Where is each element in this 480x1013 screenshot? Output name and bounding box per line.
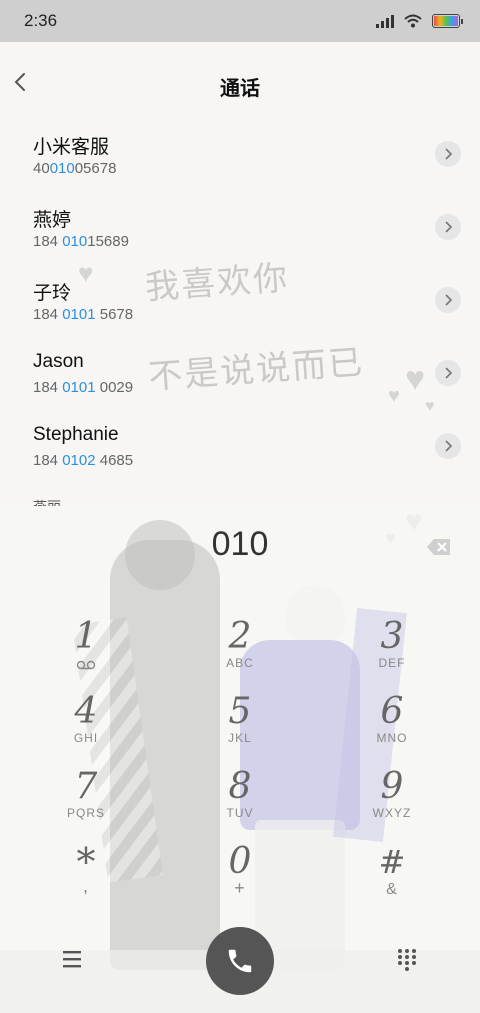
header: 通话 — [0, 42, 480, 126]
list-item[interactable]: 燕婷 184 01015689 — [0, 191, 480, 264]
contact-name: Stephanie — [33, 424, 119, 445]
status-icons — [376, 14, 463, 28]
key-star[interactable]: *, — [36, 842, 136, 906]
key-4[interactable]: 4 GHI — [36, 692, 136, 756]
contact-name: 子玲 — [33, 283, 72, 304]
contact-number: 4001005678 — [33, 160, 117, 177]
dial-input[interactable]: 010 — [0, 525, 480, 564]
chevron-right-icon[interactable] — [435, 360, 461, 386]
list-item[interactable]: Stephanie 184 0102 4685 — [0, 410, 480, 483]
key-1[interactable]: 1 — [36, 617, 136, 681]
contact-number: 184 0102 4685 — [33, 452, 134, 469]
chevron-right-icon[interactable] — [435, 433, 461, 459]
contact-number: 184 01015689 — [33, 233, 129, 250]
contact-match-list[interactable]: 小米客服 4001005678 燕婷 184 01015689 子玲 184 0… — [0, 118, 480, 506]
phone-icon — [228, 949, 252, 973]
key-9[interactable]: 9 WXYZ — [342, 767, 442, 831]
battery-icon — [432, 14, 463, 28]
key-7[interactable]: 7 PQRS — [36, 767, 136, 831]
key-3[interactable]: 3 DEF — [342, 617, 442, 681]
dialpad-icon[interactable] — [395, 947, 419, 971]
contact-name: 燕婷 — [33, 210, 72, 231]
status-bar: 2:36 — [0, 0, 480, 42]
contact-name: Jason — [33, 351, 84, 372]
key-6[interactable]: 6 MNO — [342, 692, 442, 756]
key-8[interactable]: 8 TUV — [190, 767, 290, 831]
contact-name: 燕丽 — [33, 497, 61, 506]
voicemail-icon — [76, 660, 96, 670]
contact-name: 小米客服 — [33, 137, 110, 158]
key-5[interactable]: 5 JKL — [190, 692, 290, 756]
key-0[interactable]: 0 + — [190, 842, 290, 906]
hamburger-icon[interactable] — [60, 948, 86, 970]
list-item[interactable]: Jason 184 0101 0029 — [0, 337, 480, 410]
status-time: 2:36 — [24, 11, 58, 30]
chevron-right-icon[interactable] — [435, 141, 461, 167]
wifi-icon — [404, 14, 422, 28]
list-item[interactable]: 小米客服 4001005678 — [0, 118, 480, 191]
key-hash[interactable]: # & — [342, 842, 442, 906]
backspace-icon[interactable] — [426, 537, 452, 557]
key-2[interactable]: 2 ABC — [190, 617, 290, 681]
signal-icon — [376, 14, 394, 28]
list-item[interactable]: 子玲 184 0101 5678 — [0, 264, 480, 337]
list-item[interactable]: 燕丽 — [0, 483, 480, 506]
contact-number: 184 0101 0029 — [33, 379, 134, 396]
chevron-right-icon[interactable] — [435, 214, 461, 240]
call-button[interactable] — [206, 927, 274, 995]
contact-number: 184 0101 5678 — [33, 306, 134, 323]
page-title: 通话 — [220, 78, 260, 100]
chevron-right-icon[interactable] — [435, 287, 461, 313]
